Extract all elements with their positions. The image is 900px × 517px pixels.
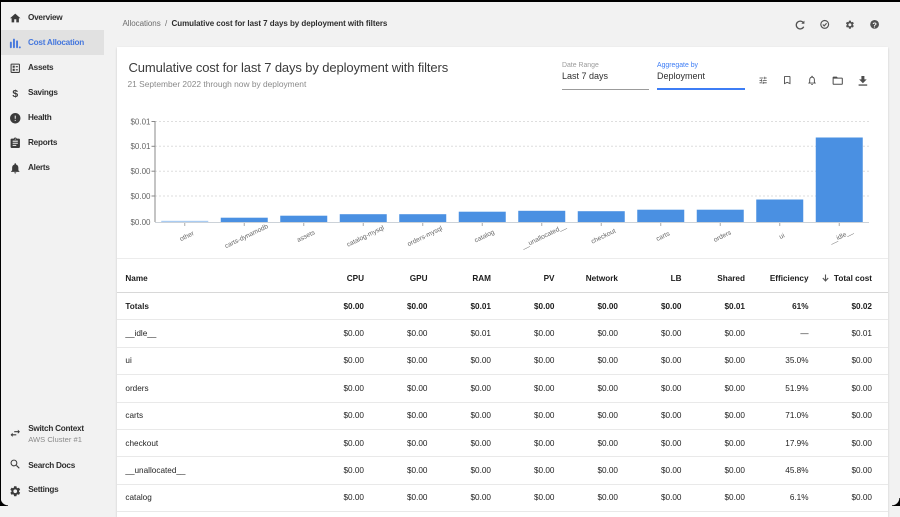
svg-text:__idle__: __idle__ <box>828 228 855 246</box>
svg-text:$0.00: $0.00 <box>130 192 151 201</box>
svg-text:__unallocated__: __unallocated__ <box>520 223 568 251</box>
svg-text:carts-dynamodb: carts-dynamodb <box>224 223 270 250</box>
svg-text:orders: orders <box>713 229 733 244</box>
svg-text:other: other <box>179 230 196 243</box>
svg-text:catalog-mysql: catalog-mysql <box>346 224 386 248</box>
svg-text:ui: ui <box>778 232 786 241</box>
svg-text:$0.01: $0.01 <box>130 142 151 151</box>
svg-text:$: $ <box>12 89 18 100</box>
svg-text:catalog: catalog <box>474 229 496 245</box>
svg-text:carts: carts <box>655 230 672 243</box>
svg-text:assets: assets <box>296 229 317 244</box>
svg-text:?: ? <box>872 20 877 29</box>
svg-text:$0.00: $0.00 <box>130 218 151 227</box>
svg-text:$0.00: $0.00 <box>130 167 151 176</box>
svg-text:orders-mysql: orders-mysql <box>406 225 444 248</box>
svg-text:$0.01: $0.01 <box>130 117 151 126</box>
svg-text:checkout: checkout <box>590 228 617 246</box>
